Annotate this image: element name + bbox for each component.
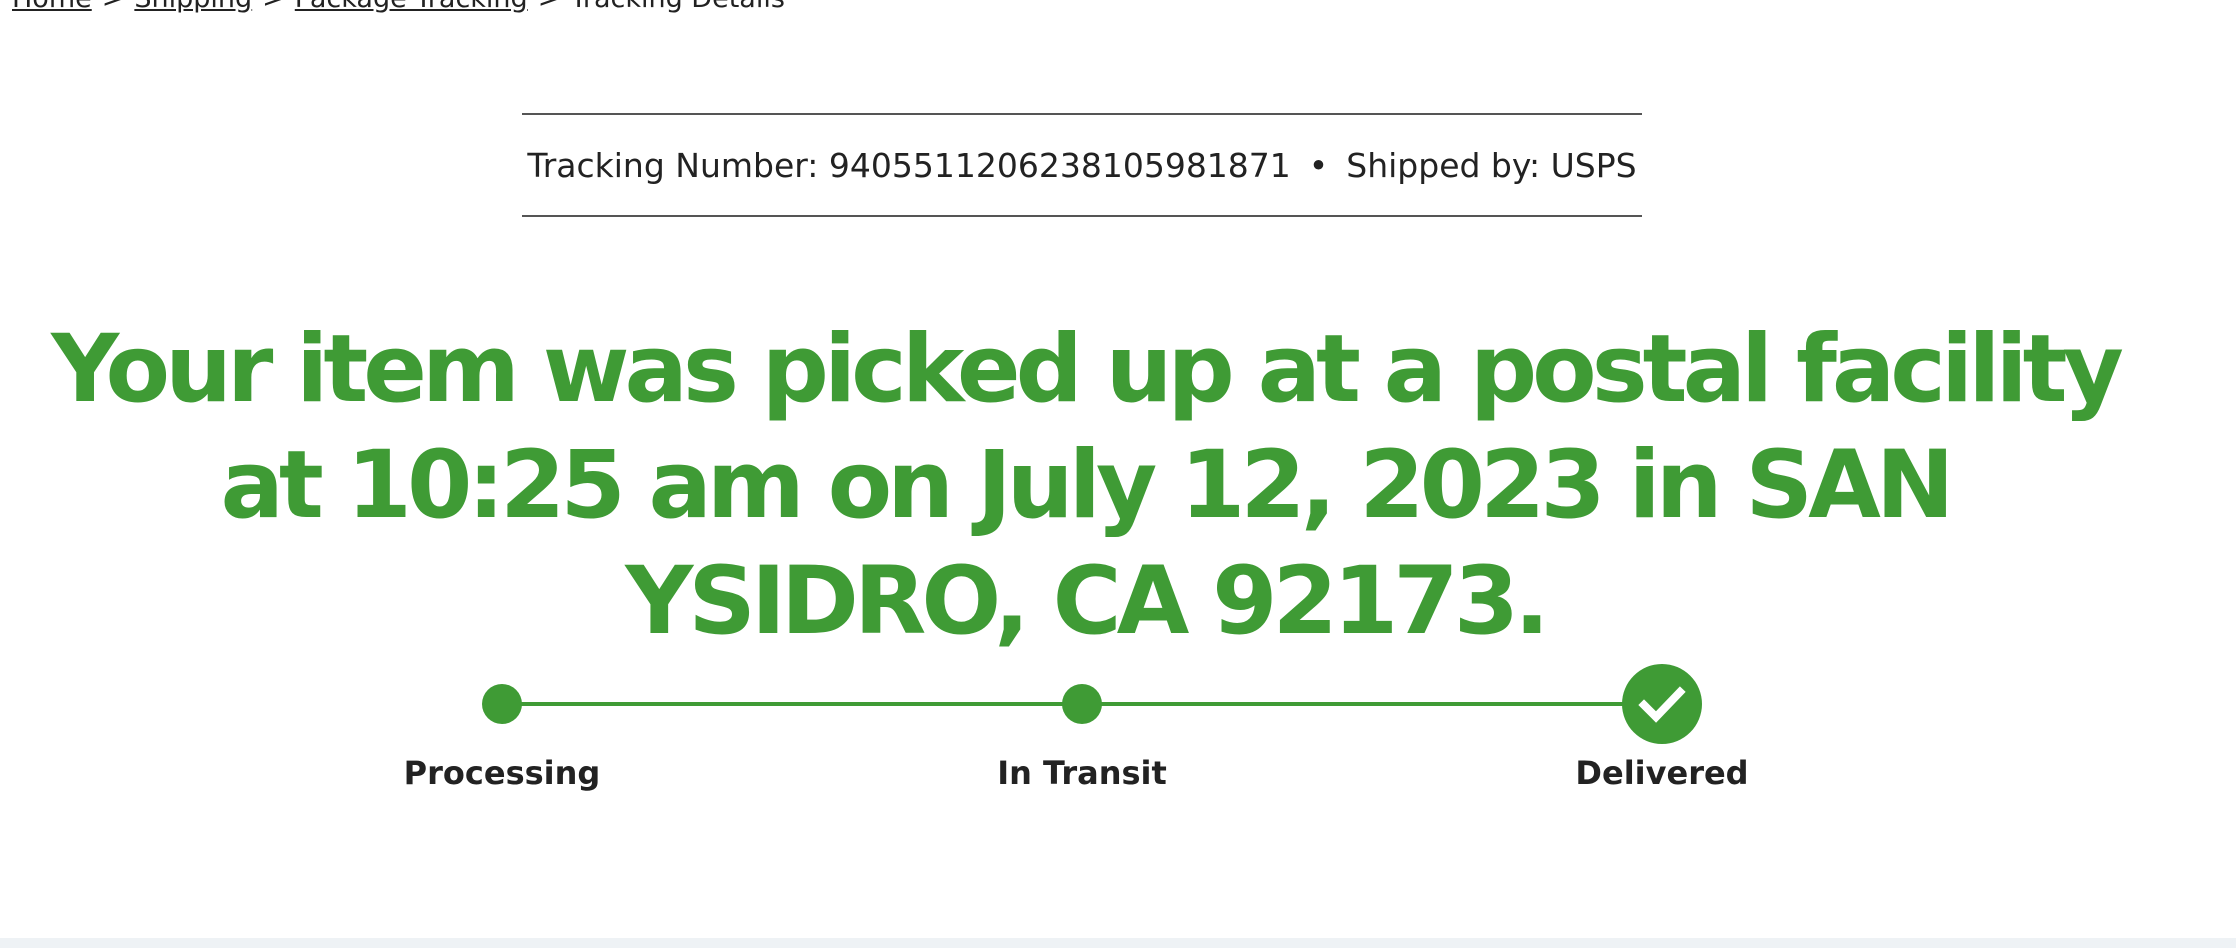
tracking-details-page: Home > Shipping > Package Tracking > Tracking … bbox=[0, 0, 2236, 948]
check-icon bbox=[1638, 686, 1686, 723]
status-headline: Your item was picked up at a postal faci… bbox=[51, 315, 2124, 656]
breadcrumb-separator: > bbox=[538, 0, 561, 14]
progress-line bbox=[502, 702, 1662, 706]
breadcrumb-home-link[interactable]: Home bbox=[12, 0, 92, 14]
footer-band bbox=[0, 938, 2236, 948]
breadcrumb-separator: > bbox=[102, 0, 125, 14]
carrier-name: USPS bbox=[1550, 145, 1637, 185]
breadcrumb-current: Tracking Details bbox=[570, 0, 785, 14]
breadcrumb-shipping-link[interactable]: Shipping bbox=[134, 0, 252, 14]
tracking-number-label: Tracking Number: bbox=[527, 145, 819, 185]
step-delivered-marker bbox=[1622, 664, 1702, 744]
step-label-in-transit: In Transit bbox=[997, 754, 1167, 792]
carrier-label: Shipped by: bbox=[1346, 145, 1541, 185]
step-label-processing: Processing bbox=[403, 754, 601, 792]
separator-bullet: • bbox=[1308, 145, 1329, 185]
step-label-delivered: Delivered bbox=[1575, 754, 1749, 792]
breadcrumb: Home > Shipping > Package Tracking > Tracking … bbox=[12, 0, 785, 14]
breadcrumb-separator: > bbox=[262, 0, 285, 14]
tracking-number: 9405511206238105981871 bbox=[828, 145, 1291, 185]
breadcrumb-package-tracking-link[interactable]: Package Tracking bbox=[295, 0, 528, 14]
step-in-transit-dot bbox=[1062, 684, 1102, 724]
tracking-info-bar: Tracking Number: 9405511206238105981871 •… bbox=[522, 113, 1642, 217]
step-processing-dot bbox=[482, 684, 522, 724]
